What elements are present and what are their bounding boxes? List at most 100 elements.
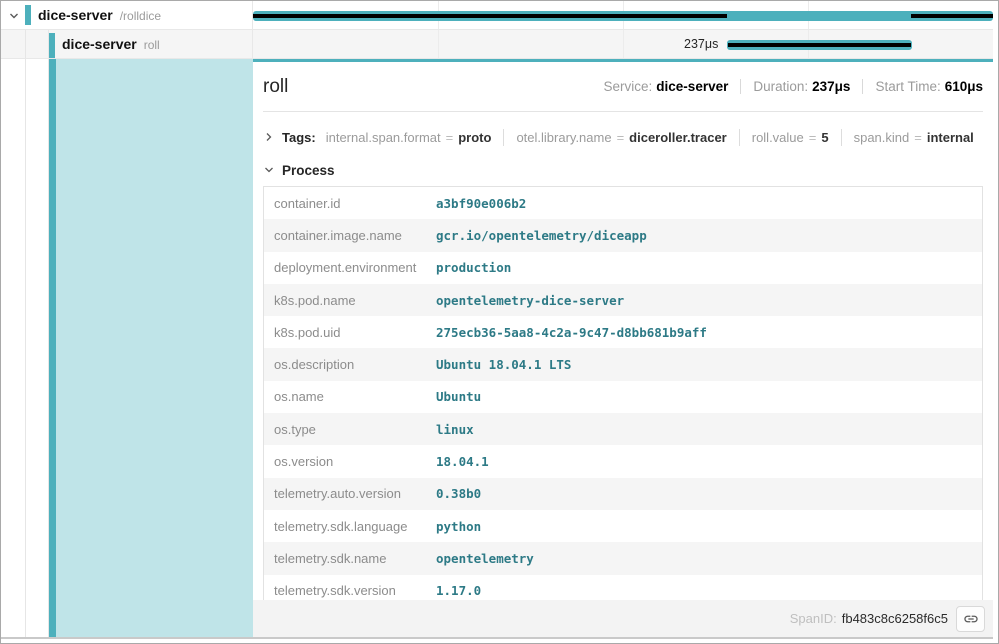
table-row: os.typelinux [264,413,982,445]
process-key: container.image.name [264,228,436,243]
divider [739,129,740,146]
equals-sign: = [446,130,454,145]
process-key: telemetry.sdk.version [264,583,436,598]
tag-value: proto [458,130,491,145]
operation-name: /rolldice [120,9,161,23]
service-name: dice-serverroll [62,36,160,52]
tags-accordion[interactable]: Tags: internal.span.format = proto otel.… [263,126,983,148]
tag-summary-item: roll.value = 5 [752,130,829,145]
process-key: container.id [264,196,436,211]
divider [740,79,741,94]
span-duration-bar[interactable] [253,11,993,21]
tag-summary-item: span.kind = internal [854,130,974,145]
span-detail-header[interactable]: roll Service: dice-server Duration: 237μ… [263,62,983,112]
tags-label: Tags: [282,130,316,145]
process-key: telemetry.sdk.name [264,551,436,566]
table-row: deployment.environmentproduction [264,252,982,284]
tag-value: 5 [821,130,828,145]
process-value: 0.38b0 [436,486,982,501]
tag-key: roll.value [752,130,804,145]
chevron-down-icon[interactable] [263,164,275,176]
process-value: 275ecb36-5aa8-4c2a-9c47-d8bb681b9aff [436,325,982,340]
tag-value: internal [927,130,974,145]
span-name-column[interactable]: dice-serverroll [1,30,253,58]
trace-timeline-view: dice-server/rolldice dice-serverroll 237… [0,0,999,644]
table-row: os.version18.04.1 [264,445,982,477]
equals-sign: = [809,130,817,145]
span-duration-bar[interactable] [727,40,912,50]
tag-summary-item: otel.library.name = diceroller.tracer [516,130,726,145]
equals-sign: = [914,130,922,145]
process-key: telemetry.auto.version [264,486,436,501]
indent-guide [1,59,26,637]
process-key: k8s.pod.name [264,293,436,308]
process-key-value-table: container.ida3bf90e006b2 container.image… [263,186,983,608]
link-icon [963,611,979,627]
start-time-label: Start Time: [875,79,940,94]
tag-key: span.kind [854,130,910,145]
divider [841,129,842,146]
process-value: opentelemetry [436,551,982,566]
service-label: Service: [604,79,653,94]
process-value: linux [436,422,982,437]
timeline-gridline [623,30,624,58]
table-row: os.nameUbuntu [264,381,982,413]
timeline-column: 237μs [253,30,993,58]
service-color-block [25,5,31,25]
tag-key: internal.span.format [326,130,441,145]
spanid-label: SpanID: [790,611,837,626]
process-value: 1.17.0 [436,583,982,598]
process-key: os.version [264,454,436,469]
table-row: k8s.pod.uid275ecb36-5aa8-4c2a-9c47-d8bb6… [264,316,982,348]
operation-name: roll [144,38,160,52]
process-value: Ubuntu 18.04.1 LTS [436,357,982,372]
critical-path-segment [253,14,727,18]
selected-span-accent-fill [56,59,253,637]
process-key: os.type [264,422,436,437]
tag-summary-item: internal.span.format = proto [326,130,492,145]
copy-span-link-button[interactable] [956,606,985,632]
process-key: k8s.pod.uid [264,325,436,340]
span-detail-panel: roll Service: dice-server Duration: 237μ… [253,59,993,637]
process-value: Ubuntu [436,389,982,404]
table-row: telemetry.sdk.languagepython [264,510,982,542]
process-key: os.name [264,389,436,404]
process-key: telemetry.sdk.language [264,519,436,534]
span-meta: Service: dice-server Duration: 237μs Sta… [604,79,983,94]
indent-guide [26,30,49,58]
divider [503,129,504,146]
service-value: dice-server [656,79,728,94]
table-row: telemetry.sdk.nameopentelemetry [264,542,982,574]
process-value: 18.04.1 [436,454,982,469]
tag-value: diceroller.tracer [629,130,727,145]
table-row: telemetry.auto.version0.38b0 [264,478,982,510]
chevron-down-icon[interactable] [7,9,21,23]
span-row-roll[interactable]: dice-serverroll 237μs [1,30,993,59]
duration-value: 237μs [812,79,850,94]
span-operation-title: roll [263,76,288,98]
span-detail-row: roll Service: dice-server Duration: 237μ… [1,59,993,639]
divider [862,79,863,94]
process-value: opentelemetry-dice-server [436,293,982,308]
table-row: os.descriptionUbuntu 18.04.1 LTS [264,348,982,380]
tag-key: otel.library.name [516,130,611,145]
service-name: dice-server/rolldice [38,7,161,23]
process-key: deployment.environment [264,260,436,275]
process-accordion[interactable]: Process [263,160,983,180]
indent-guide [26,59,49,637]
duration-label: Duration: [753,79,808,94]
process-value: a3bf90e006b2 [436,196,982,211]
span-name-column[interactable]: dice-server/rolldice [1,1,253,29]
table-row: container.ida3bf90e006b2 [264,187,982,219]
spanid-value: fb483c8c6258f6c5 [842,611,948,626]
process-value: python [436,519,982,534]
service-color-block [49,33,55,58]
selected-span-accent-stripe [49,59,56,637]
timeline-gridline [438,30,439,58]
critical-path-segment [911,14,993,18]
equals-sign: = [617,130,625,145]
chevron-right-icon[interactable] [263,131,275,143]
process-label: Process [282,163,335,178]
span-row-rolldice[interactable]: dice-server/rolldice [1,1,993,30]
start-time-value: 610μs [945,79,983,94]
